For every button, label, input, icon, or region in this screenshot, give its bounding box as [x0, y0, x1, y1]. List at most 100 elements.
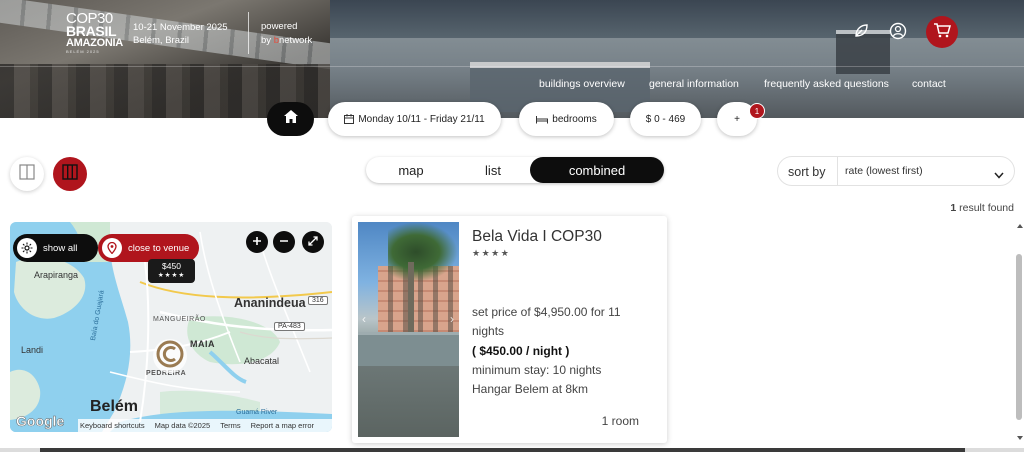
listing-min-stay: minimum stay: 10 nights [472, 363, 602, 377]
listing-title[interactable]: Bela Vida I COP30 [472, 228, 602, 246]
nav-general-information[interactable]: general information [649, 78, 739, 90]
page-scrollbar[interactable] [1014, 222, 1024, 442]
bedrooms-filter[interactable]: bedrooms [519, 102, 614, 136]
map-label-abacatal: Abacatal [244, 356, 280, 366]
chevron-right-icon[interactable]: › [450, 312, 454, 326]
settings-icon [17, 238, 37, 258]
logo-line3: AMAZONIA [66, 37, 123, 49]
map-label-river: Guamá River [236, 409, 278, 416]
home-icon [283, 109, 299, 129]
map-label-ananindeua: Ananindeua [234, 296, 306, 310]
cart-icon [933, 22, 951, 43]
view-combined-option[interactable]: combined [530, 157, 664, 183]
powered-line1: powered [261, 21, 298, 32]
banner-divider [0, 66, 1024, 67]
header-divider [248, 12, 249, 54]
sort-control: sort by rate (lowest first) [777, 156, 1015, 186]
banner-market [0, 0, 330, 118]
plus-icon [252, 233, 262, 251]
horizontal-scrollbar[interactable] [0, 448, 1024, 452]
keyboard-shortcuts-link[interactable]: Keyboard shortcuts [80, 421, 145, 430]
powered-by-text: by [261, 35, 274, 46]
google-logo: Google [16, 413, 65, 430]
powered-by: powered by bnetwork [261, 20, 312, 48]
road-shield-pa483: PA-483 [274, 322, 305, 331]
logo-line4: BELÉM 2025 [66, 49, 100, 54]
event-info: 10-21 November 2025 Belém, Brazil [133, 21, 228, 47]
cop30-venue-icon [156, 340, 184, 373]
terms-link[interactable]: Terms [220, 421, 240, 430]
scroll-down-arrow-icon[interactable] [1017, 436, 1023, 440]
header-banner: COP30 BRASIL AMAZONIA BELÉM 2025 10-21 N… [0, 0, 1024, 118]
leaf-icon[interactable] [852, 22, 870, 40]
show-all-label: show all [43, 242, 78, 254]
show-all-button[interactable]: show all [13, 234, 98, 262]
listing-rooms: 1 room [601, 414, 639, 428]
map-attribution: Keyboard shortcuts Map data ©2025 Terms … [78, 419, 332, 432]
sort-select[interactable]: rate (lowest first) [837, 157, 1016, 185]
result-count-suffix: result found [956, 202, 1014, 214]
view-list-option[interactable]: list [456, 157, 530, 183]
minus-icon [279, 233, 289, 251]
price-filter[interactable]: $ 0 - 469 [630, 102, 701, 136]
nav-contact[interactable]: contact [912, 78, 946, 90]
zoom-in-button[interactable] [246, 231, 268, 253]
view-map-option[interactable]: map [366, 157, 456, 183]
layout-columns-button[interactable] [53, 157, 87, 191]
cop30-logo[interactable]: COP30 BRASIL AMAZONIA BELÉM 2025 [66, 11, 124, 58]
home-button[interactable] [267, 102, 314, 136]
view-toggle: map list combined [366, 157, 664, 183]
price-filter-label: $ 0 - 469 [645, 113, 686, 125]
calendar-icon [344, 114, 355, 124]
nav-faq[interactable]: frequently asked questions [764, 78, 889, 90]
venue-marker[interactable] [153, 339, 187, 373]
map-label-belem: Belém [90, 398, 139, 415]
photo-palm [388, 222, 458, 282]
map-data-text: Map data ©2025 [154, 421, 211, 430]
listing-stars: ★★★★ [472, 248, 511, 258]
result-count: 1 result found [950, 202, 1014, 214]
columns-icon [62, 163, 78, 185]
zoom-out-button[interactable] [273, 231, 295, 253]
location-pin-icon [102, 238, 122, 258]
sort-label: sort by [788, 165, 826, 179]
map-label-landi: Landi [21, 345, 44, 355]
report-map-error-link[interactable]: Report a map error [251, 421, 314, 430]
single-column-icon [19, 163, 35, 185]
nav-buildings-overview[interactable]: buildings overview [539, 78, 625, 90]
map-label-arapiranga: Arapiranga [34, 270, 79, 280]
dates-filter-label: Monday 10/11 - Friday 21/11 [358, 113, 485, 125]
scroll-up-arrow-icon[interactable] [1017, 224, 1023, 228]
scroll-thumb[interactable] [1016, 254, 1022, 420]
close-to-venue-button[interactable]: close to venue [98, 234, 199, 262]
photo-fountain [358, 332, 459, 366]
cart-button[interactable] [926, 16, 958, 48]
more-filters-badge: 1 [749, 103, 765, 119]
listing-price-line1: set price of $4,950.00 for 11 [472, 305, 621, 319]
map-label-maia: MAIA [190, 339, 215, 349]
bed-icon [536, 115, 549, 124]
expand-icon [308, 233, 318, 251]
user-circle-icon[interactable] [889, 22, 907, 40]
close-to-venue-label: close to venue [128, 242, 190, 254]
marker-price: $450 [162, 261, 181, 271]
listing-card[interactable]: ‹ › Bela Vida I COP30 ★★★★ set price of … [352, 216, 667, 443]
map-label-mangueirao: MANGUEIRÃO [153, 316, 206, 323]
listing-distance: Hangar Belem at 8km [472, 382, 589, 396]
dates-filter[interactable]: Monday 10/11 - Friday 21/11 [328, 102, 501, 136]
chevron-left-icon[interactable]: ‹ [362, 312, 366, 326]
listing-per-night: ( $450.00 / night ) [472, 344, 570, 358]
bedrooms-filter-label: bedrooms [552, 113, 597, 125]
photo-ground [358, 366, 459, 437]
road-shield-316: 316 [308, 296, 328, 305]
more-filters-label: + [734, 113, 740, 125]
chevron-down-icon [994, 166, 1004, 184]
event-dates: 10-21 November 2025 [133, 22, 228, 33]
event-city: Belém, Brazil [133, 35, 189, 46]
listing-photo[interactable]: ‹ › [358, 222, 459, 437]
listing-map-marker[interactable]: $450 ★★★★ [148, 259, 195, 283]
layout-single-button[interactable] [10, 157, 44, 191]
results-map[interactable]: Arapiranga Ananindeua 316 PA-483 MANGUEI… [10, 222, 332, 432]
listing-price-line2: nights [472, 324, 505, 338]
fullscreen-button[interactable] [302, 231, 324, 253]
